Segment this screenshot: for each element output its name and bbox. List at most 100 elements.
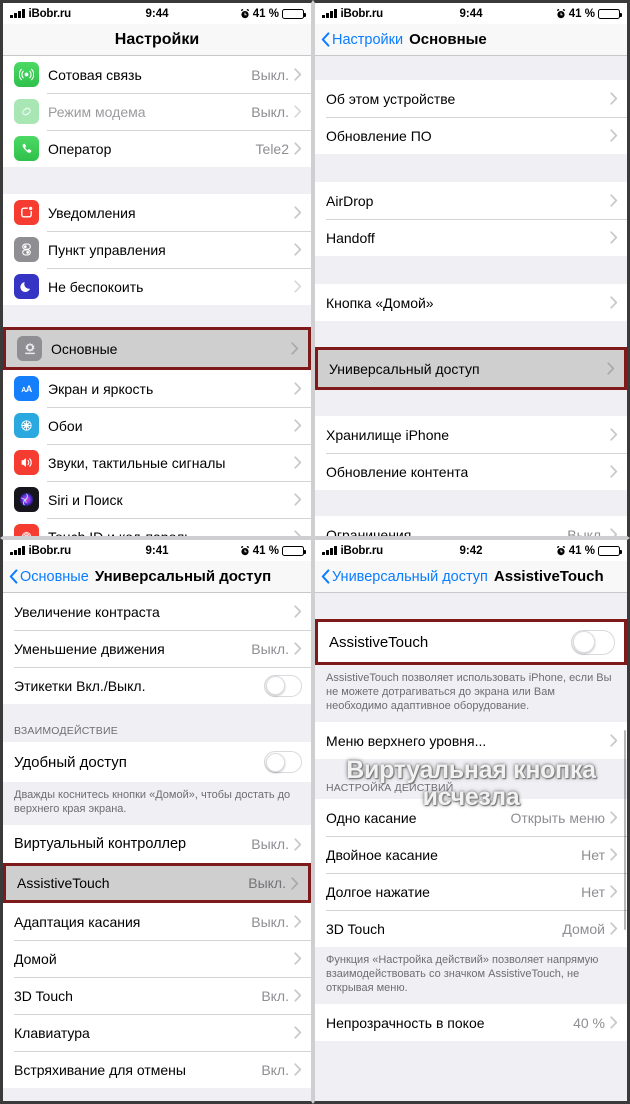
- accessibility-row-value: Выкл.: [248, 875, 286, 891]
- settings-row-label: Основные: [51, 340, 118, 357]
- accessibility-row-value: Выкл.: [251, 913, 289, 930]
- alarm-icon: [240, 8, 250, 19]
- assistivetouch-row-top-level-menu[interactable]: Меню верхнего уровня...: [315, 722, 627, 759]
- chevron-right-icon: [294, 952, 302, 965]
- battery-percent-label: 41 %: [568, 544, 595, 557]
- settings-row-hotspot[interactable]: Режим модема Выкл.: [3, 93, 311, 130]
- accessibility-row-3d-touch[interactable]: 3D Touch Вкл.: [3, 977, 311, 1014]
- assistivetouch-row-single-tap[interactable]: Одно касание Открыть меню: [315, 799, 627, 836]
- battery-icon: [598, 545, 622, 556]
- general-row-handoff[interactable]: Handoff: [315, 219, 627, 256]
- settings-row-sounds[interactable]: Звуки, тактильные сигналы: [3, 444, 311, 481]
- settings-screen: iBobr.ru 9:44 41 % Настройки Сотовая свя…: [3, 3, 311, 536]
- accessibility-row-touch-accommodations[interactable]: Адаптация касания Выкл.: [3, 903, 311, 940]
- assistivetouch-row-double-tap[interactable]: Двойное касание Нет: [315, 836, 627, 873]
- assistivetouch-row-idle-opacity[interactable]: Непрозрачность в покое 40 %: [315, 1004, 627, 1041]
- settings-row-siri[interactable]: Siri и Поиск: [3, 481, 311, 518]
- settings-row-display-brightness[interactable]: AA Экран и яркость: [3, 370, 311, 407]
- accessibility-row-label: Клавиатура: [14, 1024, 90, 1041]
- accessibility-row-switch-control[interactable]: Виртуальный контроллер Выкл.: [3, 825, 311, 863]
- back-button[interactable]: Настройки: [321, 32, 403, 48]
- highlight-box-assistivetouch-toggle: AssistiveTouch: [315, 619, 627, 665]
- back-button[interactable]: Основные: [9, 569, 89, 585]
- accessibility-row-assistivetouch[interactable]: AssistiveTouch Выкл.: [6, 866, 308, 900]
- settings-row-label: Пункт управления: [48, 241, 166, 258]
- assistivetouch-toggle[interactable]: [571, 629, 615, 655]
- general-row-about[interactable]: Об этом устройстве: [315, 80, 627, 117]
- assistivetouch-group-menu: Меню верхнего уровня...: [315, 722, 627, 759]
- signal-bars-icon: [322, 9, 337, 18]
- chevron-right-icon: [294, 105, 302, 118]
- group-separator: [315, 593, 627, 619]
- settings-row-control-center[interactable]: Пункт управления: [3, 231, 311, 268]
- settings-group-connectivity: Сотовая связь Выкл. Режим модема Выкл. О…: [3, 56, 311, 167]
- settings-row-general[interactable]: Основные: [6, 330, 308, 367]
- assistivetouch-row-label: Долгое нажатие: [326, 883, 430, 900]
- settings-row-label: Сотовая связь: [48, 66, 142, 83]
- general-row-software-update[interactable]: Обновление ПО: [315, 117, 627, 154]
- chevron-right-icon: [610, 194, 618, 207]
- assistivetouch-row-main-toggle[interactable]: AssistiveTouch: [318, 622, 624, 662]
- settings-row-notifications[interactable]: Уведомления: [3, 194, 311, 231]
- chevron-right-icon: [294, 206, 302, 219]
- back-button[interactable]: Универсальный доступ: [321, 569, 488, 585]
- group-separator: [315, 321, 627, 347]
- touchid-icon: [14, 524, 39, 536]
- status-bar: iBobr.ru 9:42 41 %: [315, 540, 627, 561]
- highlight-box-assistivetouch: AssistiveTouch Выкл.: [3, 863, 311, 903]
- general-row-iphone-storage[interactable]: Хранилище iPhone: [315, 416, 627, 453]
- accessibility-row-reduce-motion[interactable]: Уменьшение движения Выкл.: [3, 630, 311, 667]
- accessibility-row-onoff-labels[interactable]: Этикетки Вкл./Выкл.: [3, 667, 311, 704]
- general-row-background-refresh[interactable]: Обновление контента: [315, 453, 627, 490]
- general-group-about: Об этом устройстве Обновление ПО: [315, 80, 627, 154]
- assistivetouch-section-header: НАСТРОЙКА ДЕЙСТВИЙ: [315, 769, 627, 799]
- settings-row-label: Оператор: [48, 140, 112, 157]
- battery-icon: [282, 8, 306, 19]
- accessibility-row-label: Удобный доступ: [14, 753, 127, 771]
- assistivetouch-row-3d-touch[interactable]: 3D Touch Домой: [315, 910, 627, 947]
- accessibility-row-label: Домой: [14, 950, 57, 967]
- assistivetouch-row-label: Меню верхнего уровня...: [326, 732, 487, 749]
- chevron-right-icon: [294, 1026, 302, 1039]
- general-row-restrictions[interactable]: Ограничения Выкл.: [315, 516, 627, 536]
- onoff-labels-toggle[interactable]: [264, 674, 302, 697]
- chevron-right-icon: [291, 876, 299, 890]
- scrollbar[interactable]: [624, 730, 626, 930]
- alarm-icon: [240, 545, 250, 556]
- nav-bar-accessibility: Основные Универсальный доступ: [3, 561, 311, 593]
- reachability-toggle[interactable]: [264, 751, 302, 773]
- settings-row-cellular[interactable]: Сотовая связь Выкл.: [3, 56, 311, 93]
- settings-row-do-not-disturb[interactable]: Не беспокоить: [3, 268, 311, 305]
- accessibility-row-home[interactable]: Домой: [3, 940, 311, 977]
- settings-row-wallpaper[interactable]: Обои: [3, 407, 311, 444]
- accessibility-row-reachability[interactable]: Удобный доступ: [3, 742, 311, 782]
- group-separator: [315, 490, 627, 516]
- page-title: Настройки: [114, 30, 200, 48]
- notifications-icon: [14, 200, 39, 225]
- settings-row-carrier[interactable]: Оператор Tele2: [3, 130, 311, 167]
- accessibility-row-value: Вкл.: [261, 1061, 289, 1078]
- assistivetouch-row-long-press[interactable]: Долгое нажатие Нет: [315, 873, 627, 910]
- accessibility-row-shake-to-undo[interactable]: Встряхивание для отмены Вкл.: [3, 1051, 311, 1088]
- general-row-airdrop[interactable]: AirDrop: [315, 182, 627, 219]
- settings-row-touchid[interactable]: Touch ID и код-пароль: [3, 518, 311, 536]
- accessibility-row-increase-contrast[interactable]: Увеличение контраста: [3, 593, 311, 630]
- settings-row-label: Звуки, тактильные сигналы: [48, 454, 226, 471]
- chevron-right-icon: [294, 419, 302, 432]
- accessibility-row-keyboard[interactable]: Клавиатура: [3, 1014, 311, 1051]
- accessibility-row-label: Адаптация касания: [14, 913, 141, 930]
- assistivetouch-row-value: Нет: [581, 846, 605, 863]
- chevron-right-icon: [294, 243, 302, 256]
- accessibility-row-label: Этикетки Вкл./Выкл.: [14, 677, 146, 694]
- settings-row-label: Экран и яркость: [48, 380, 154, 397]
- settings-row-label: Режим модема: [48, 103, 146, 120]
- general-row-label: AirDrop: [326, 192, 374, 209]
- assistivetouch-row-label: Одно касание: [326, 809, 417, 826]
- settings-group-display: AA Экран и яркость Обои Звуки, тактильны…: [3, 370, 311, 536]
- general-row-accessibility[interactable]: Универсальный доступ: [318, 350, 624, 387]
- chevron-right-icon: [610, 428, 618, 441]
- chevron-right-icon: [610, 231, 618, 244]
- carrier-label: iBobr.ru: [340, 544, 384, 557]
- general-row-home-button[interactable]: Кнопка «Домой»: [315, 284, 627, 321]
- accessibility-screen: iBobr.ru 9:41 41 % Основные Универсальны…: [3, 540, 311, 1101]
